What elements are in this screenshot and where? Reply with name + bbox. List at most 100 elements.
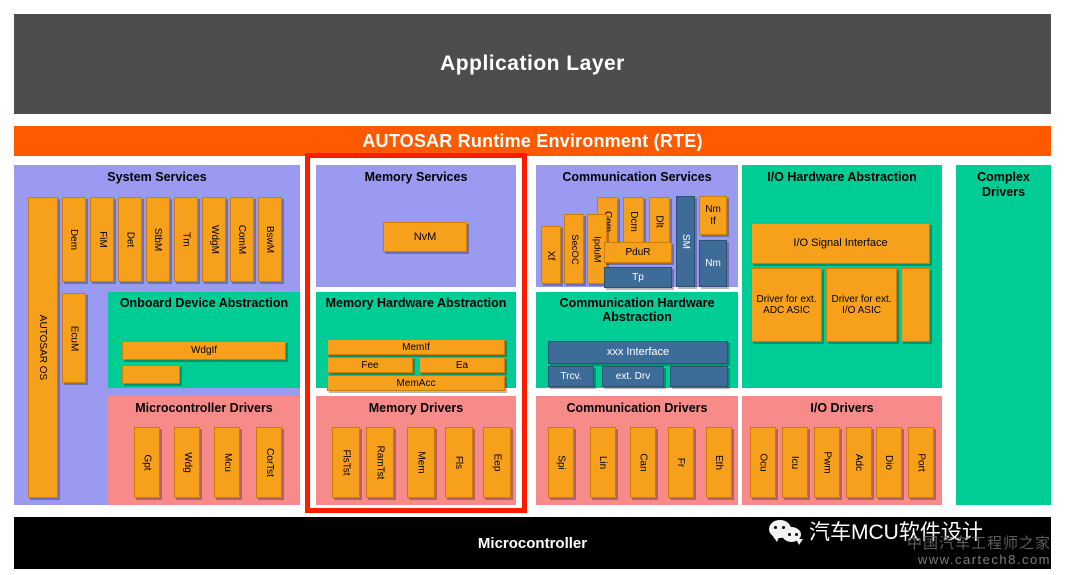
module-tp: Tp [604,267,672,288]
module-fee-label: Fee [361,359,379,371]
module-driver-ext-io-asic-label: Driver for ext. I/O ASIC [831,294,892,316]
module-gpt: Gpt [134,427,160,498]
module-fim-label: FiM [96,231,108,248]
complex-drivers-panel: Complex Drivers [956,165,1051,505]
module-autosar-os: AUTOSAR OS [28,197,58,498]
communication-services-title: Communication Services [562,170,712,184]
module-mcu: Mcu [214,427,240,498]
module-eth: Eth [706,427,732,498]
module-wdgm-label: WdgM [208,225,220,254]
module-comm-label: ComM [236,224,248,255]
module-icu: Icu [782,427,808,498]
module-ext-drv-label: ext. Drv [615,371,651,382]
module-flstst: FlsTst [332,427,360,498]
module-wdgif-label: WdgIf [190,345,218,356]
module-nvm-label: NvM [413,230,437,243]
module-sm-label: SM [680,234,691,249]
memory-drivers-title: Memory Drivers [368,401,464,415]
complex-drivers-title-line1: Complex [977,170,1030,184]
module-det: Det [118,197,142,282]
module-driver-ext-adc-asic-label: Driver for ext. ADC ASIC [756,294,817,316]
module-port-label: Port [915,453,927,472]
module-tm: Tm [174,197,198,282]
rte-label: AUTOSAR Runtime Environment (RTE) [362,130,703,151]
io-drivers-title: I/O Drivers [810,401,874,415]
microcontroller-label: Microcontroller [477,534,588,552]
module-nmif: Nm If [699,196,727,235]
module-pwm: Pwm [814,427,840,498]
module-gpt-label: Gpt [141,454,153,471]
io-hardware-abstraction-title: I/O Hardware Abstraction [767,170,917,184]
module-driver-ext-adc-asic: Driver for ext. ADC ASIC [751,268,822,342]
module-eep-label: Eep [491,453,503,472]
module-ea-label: Ea [455,359,469,371]
module-memacc: MemAcc [327,375,505,391]
application-layer-block: Application Layer [14,14,1051,114]
module-dcm: Dcm [623,197,644,245]
module-memif: MemIf [327,339,505,355]
module-fee: Fee [327,357,413,373]
module-ipdum-label: IpduM [591,235,603,263]
module-xf-label: Xf [545,250,557,260]
communication-hardware-abstraction-title: Communication Hardware Abstraction [559,296,715,324]
rte-block: AUTOSAR Runtime Environment (RTE) [14,126,1051,156]
module-nmif-label-line2: If [710,215,716,227]
system-services-title: System Services [107,170,207,184]
module-lin-label: Lin [597,455,609,470]
module-pwm-label: Pwm [821,451,833,474]
module-nm: Nm [699,240,727,287]
module-dio: Dio [876,427,902,498]
module-ramtst-label: RamTst [374,445,386,480]
module-trcv-label: Trcv. [560,371,582,382]
module-pdur-label: PduR [625,247,651,258]
module-spi-label: Spi [555,455,567,470]
module-flstst-label: FlsTst [340,449,352,476]
module-io-hwab-filler [901,268,930,342]
module-ext-drv: ext. Drv [602,366,664,387]
memory-hardware-abstraction-title: Memory Hardware Abstraction [325,296,507,310]
microcontroller-drivers-title: Microcontroller Drivers [135,401,273,415]
module-wdgm: WdgM [202,197,226,282]
application-layer-label: Application Layer [440,52,625,75]
module-cortst-label: CorTst [263,448,275,477]
module-nvm: NvM [383,222,467,252]
module-dcm-label: Dcm [628,210,639,232]
module-onboard-blank [122,365,180,384]
module-stbm: StbM [146,197,170,282]
module-port: Port [908,427,934,498]
module-ea: Ea [419,357,505,373]
module-io-signal-interface-label: I/O Signal Interface [793,237,888,249]
module-io-signal-interface: I/O Signal Interface [751,223,930,264]
module-ecum-label: EcuM [68,325,80,351]
module-nm-label: Nm [705,258,721,269]
module-fim: FiM [90,197,114,282]
module-cortst: CorTst [256,427,282,498]
microcontroller-block: Microcontroller [14,517,1051,569]
module-tp-label: Tp [632,272,644,283]
module-adc: Adc [846,427,872,498]
module-mem-label: Mem [415,451,427,474]
complex-drivers-title-line2: Drivers [981,185,1026,199]
module-fr: Fr [668,427,694,498]
module-eep: Eep [483,427,511,498]
module-bswm-label: BswM [264,225,276,254]
module-dem-label: Dem [68,228,80,251]
module-can-label: Can [637,453,649,472]
module-dlt-label: Dlt [653,214,665,228]
onboard-device-abstraction-title: Onboard Device Abstraction [119,296,289,310]
module-xxx-interface-label: xxx Interface [606,346,670,358]
module-det-label: Det [124,231,136,248]
module-stbm-label: StbM [152,227,164,252]
module-dio-label: Dio [883,454,895,471]
autosar-architecture-diagram: Application Layer AUTOSAR Runtime Enviro… [0,0,1065,575]
module-tm-label: Tm [180,232,192,247]
module-fls: Fls [445,427,473,498]
module-ecum: EcuM [62,293,86,383]
module-xxx-interface: xxx Interface [548,341,728,364]
module-wdg: Wdg [174,427,200,498]
module-bswm: BswM [258,197,282,282]
module-ocu-label: Ocu [757,453,769,472]
module-mcu-label: Mcu [221,453,233,472]
module-icu-label: Icu [789,455,801,470]
module-comm: ComM [230,197,254,282]
